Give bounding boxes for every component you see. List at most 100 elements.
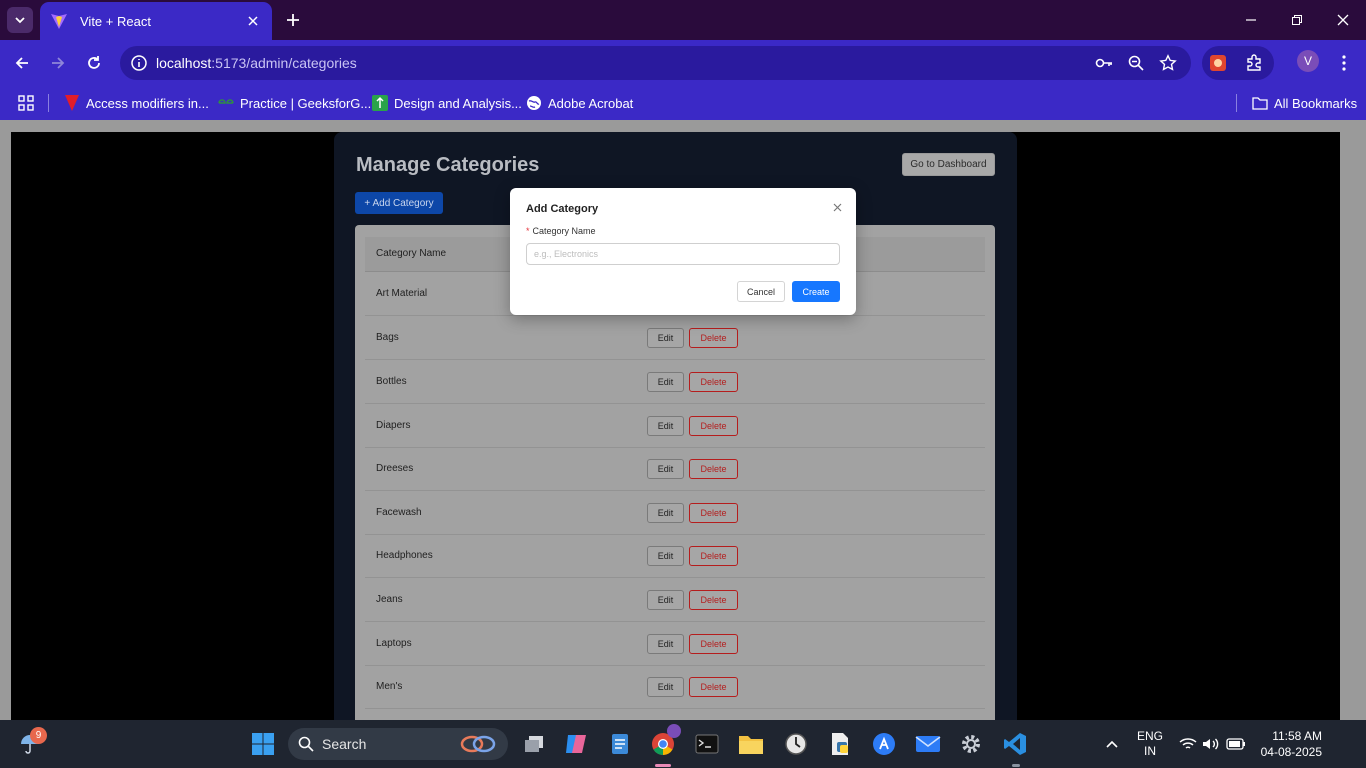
more-vertical-icon <box>1342 55 1346 71</box>
chrome-icon[interactable] <box>647 724 681 760</box>
clock-time: 11:58 AM <box>1272 729 1322 743</box>
delete-button[interactable]: Delete <box>689 372 738 392</box>
category-name-cell: Dreeses <box>376 463 414 474</box>
app-store-icon[interactable] <box>868 728 900 760</box>
restore-button[interactable] <box>1274 0 1320 40</box>
extensions-area <box>1202 46 1274 80</box>
bookmark-label: Practice | GeeksforG... <box>240 95 372 111</box>
column-header-category-name: Category Name <box>376 248 447 259</box>
all-bookmarks-button[interactable]: All Bookmarks <box>1252 93 1357 113</box>
language-code: ENG <box>1137 729 1164 743</box>
search-label: Search <box>322 736 367 752</box>
apps-button[interactable] <box>18 93 34 113</box>
cancel-button[interactable]: Cancel <box>737 281 785 302</box>
file-explorer-icon[interactable] <box>735 728 767 760</box>
go-to-dashboard-button[interactable]: Go to Dashboard <box>902 153 995 176</box>
modal-close-icon[interactable] <box>830 200 844 214</box>
delete-button[interactable]: Delete <box>689 328 738 348</box>
back-button[interactable] <box>9 50 35 76</box>
mail-icon[interactable] <box>912 728 944 760</box>
minimize-button[interactable] <box>1228 0 1274 40</box>
battery-icon[interactable] <box>1220 728 1252 760</box>
address-bar[interactable]: localhost:5173/admin/categories <box>120 46 1191 80</box>
delete-button[interactable]: Delete <box>689 416 738 436</box>
delete-button[interactable]: Delete <box>689 590 738 610</box>
bookmarks-bar: Access modifiers in... Practice | Geeksf… <box>0 86 1366 120</box>
category-name-cell: Bottles <box>376 376 407 387</box>
reload-button[interactable] <box>81 50 107 76</box>
edit-button[interactable]: Edit <box>647 372 684 392</box>
browser-toolbar: localhost:5173/admin/categories V <box>0 40 1366 86</box>
delete-button[interactable]: Delete <box>689 677 738 697</box>
edit-button[interactable]: Edit <box>647 677 684 697</box>
extensions-puzzle-icon[interactable] <box>1244 53 1264 73</box>
new-tab-button[interactable] <box>281 8 305 32</box>
bookmark-star-icon[interactable] <box>1158 53 1178 73</box>
table-row: Facewash Edit Delete <box>365 491 985 535</box>
close-window-button[interactable] <box>1320 0 1366 40</box>
forward-button[interactable] <box>45 50 71 76</box>
create-button[interactable]: Create <box>792 281 840 302</box>
category-name-input[interactable] <box>526 243 840 265</box>
vite-logo-icon <box>51 14 67 29</box>
task-view-icon[interactable] <box>518 728 550 760</box>
modal-title: Add Category <box>526 203 599 215</box>
search-highlight-icon <box>460 735 496 753</box>
edit-button[interactable]: Edit <box>647 459 684 479</box>
bookmark-item[interactable]: Design and Analysis... <box>372 93 522 113</box>
chrome-profile-badge-icon <box>667 724 681 738</box>
edit-button[interactable]: Edit <box>647 634 684 654</box>
profile-avatar[interactable]: V <box>1297 50 1319 72</box>
geeksforgeeks-icon <box>218 95 234 111</box>
delete-button[interactable]: Delete <box>689 459 738 479</box>
delete-button[interactable]: Delete <box>689 503 738 523</box>
python-file-icon[interactable] <box>824 728 856 760</box>
vscode-icon[interactable] <box>999 728 1031 760</box>
edit-button[interactable]: Edit <box>647 328 684 348</box>
extension-app-icon[interactable] <box>1208 53 1228 73</box>
zoom-icon[interactable] <box>1126 53 1146 73</box>
delete-button[interactable]: Delete <box>689 634 738 654</box>
tab-search-button[interactable] <box>7 7 33 33</box>
site-info-icon[interactable] <box>130 54 148 72</box>
clock-app-icon[interactable] <box>780 728 812 760</box>
field-label-text: Category Name <box>532 226 596 236</box>
copilot-icon[interactable] <box>560 728 592 760</box>
edit-button[interactable]: Edit <box>647 503 684 523</box>
start-button[interactable] <box>247 728 279 760</box>
windows-logo-icon <box>252 733 274 755</box>
taskbar-search[interactable]: Search <box>288 728 508 760</box>
bookmarks-divider <box>1236 94 1237 112</box>
edit-button[interactable]: Edit <box>647 416 684 436</box>
password-key-icon[interactable] <box>1094 53 1114 73</box>
browser-titlebar: Vite + React <box>0 0 1366 40</box>
close-tab-icon[interactable] <box>244 12 262 30</box>
arrow-right-icon <box>52 57 65 69</box>
category-name-cell: Jeans <box>376 594 403 605</box>
category-name-cell: Bags <box>376 332 399 343</box>
weather-badge: 9 <box>30 727 47 744</box>
table-row: Headphones Edit Delete <box>365 534 985 578</box>
category-name-cell: Diapers <box>376 420 411 431</box>
bookmark-label: Design and Analysis... <box>394 95 522 111</box>
notepad-icon[interactable] <box>604 728 636 760</box>
table-row: Jeans Edit Delete <box>365 578 985 622</box>
terminal-icon[interactable] <box>691 728 723 760</box>
category-name-cell: Art Material <box>376 288 428 299</box>
edit-button[interactable]: Edit <box>647 546 684 566</box>
category-name-cell: Laptops <box>376 638 412 649</box>
system-clock[interactable]: 11:58 AM 04-08-2025 <box>1258 728 1322 760</box>
bookmark-label: Access modifiers in... <box>86 95 209 111</box>
settings-gear-icon[interactable] <box>955 728 987 760</box>
input-language-indicator[interactable]: ENG IN <box>1137 729 1163 759</box>
bookmark-item[interactable]: Access modifiers in... <box>64 93 209 113</box>
bookmark-item[interactable]: Practice | GeeksforG... <box>218 93 371 113</box>
delete-button[interactable]: Delete <box>689 546 738 566</box>
bookmark-item[interactable]: Adobe Acrobat <box>526 93 633 113</box>
add-category-button[interactable]: + Add Category <box>355 192 443 214</box>
browser-tab[interactable]: Vite + React <box>40 2 272 40</box>
browser-menu-button[interactable] <box>1331 50 1357 76</box>
edit-button[interactable]: Edit <box>647 590 684 610</box>
add-category-modal: Add Category *Category Name Cancel Creat… <box>510 188 856 315</box>
show-hidden-icons-chevron-icon[interactable] <box>1096 728 1128 760</box>
